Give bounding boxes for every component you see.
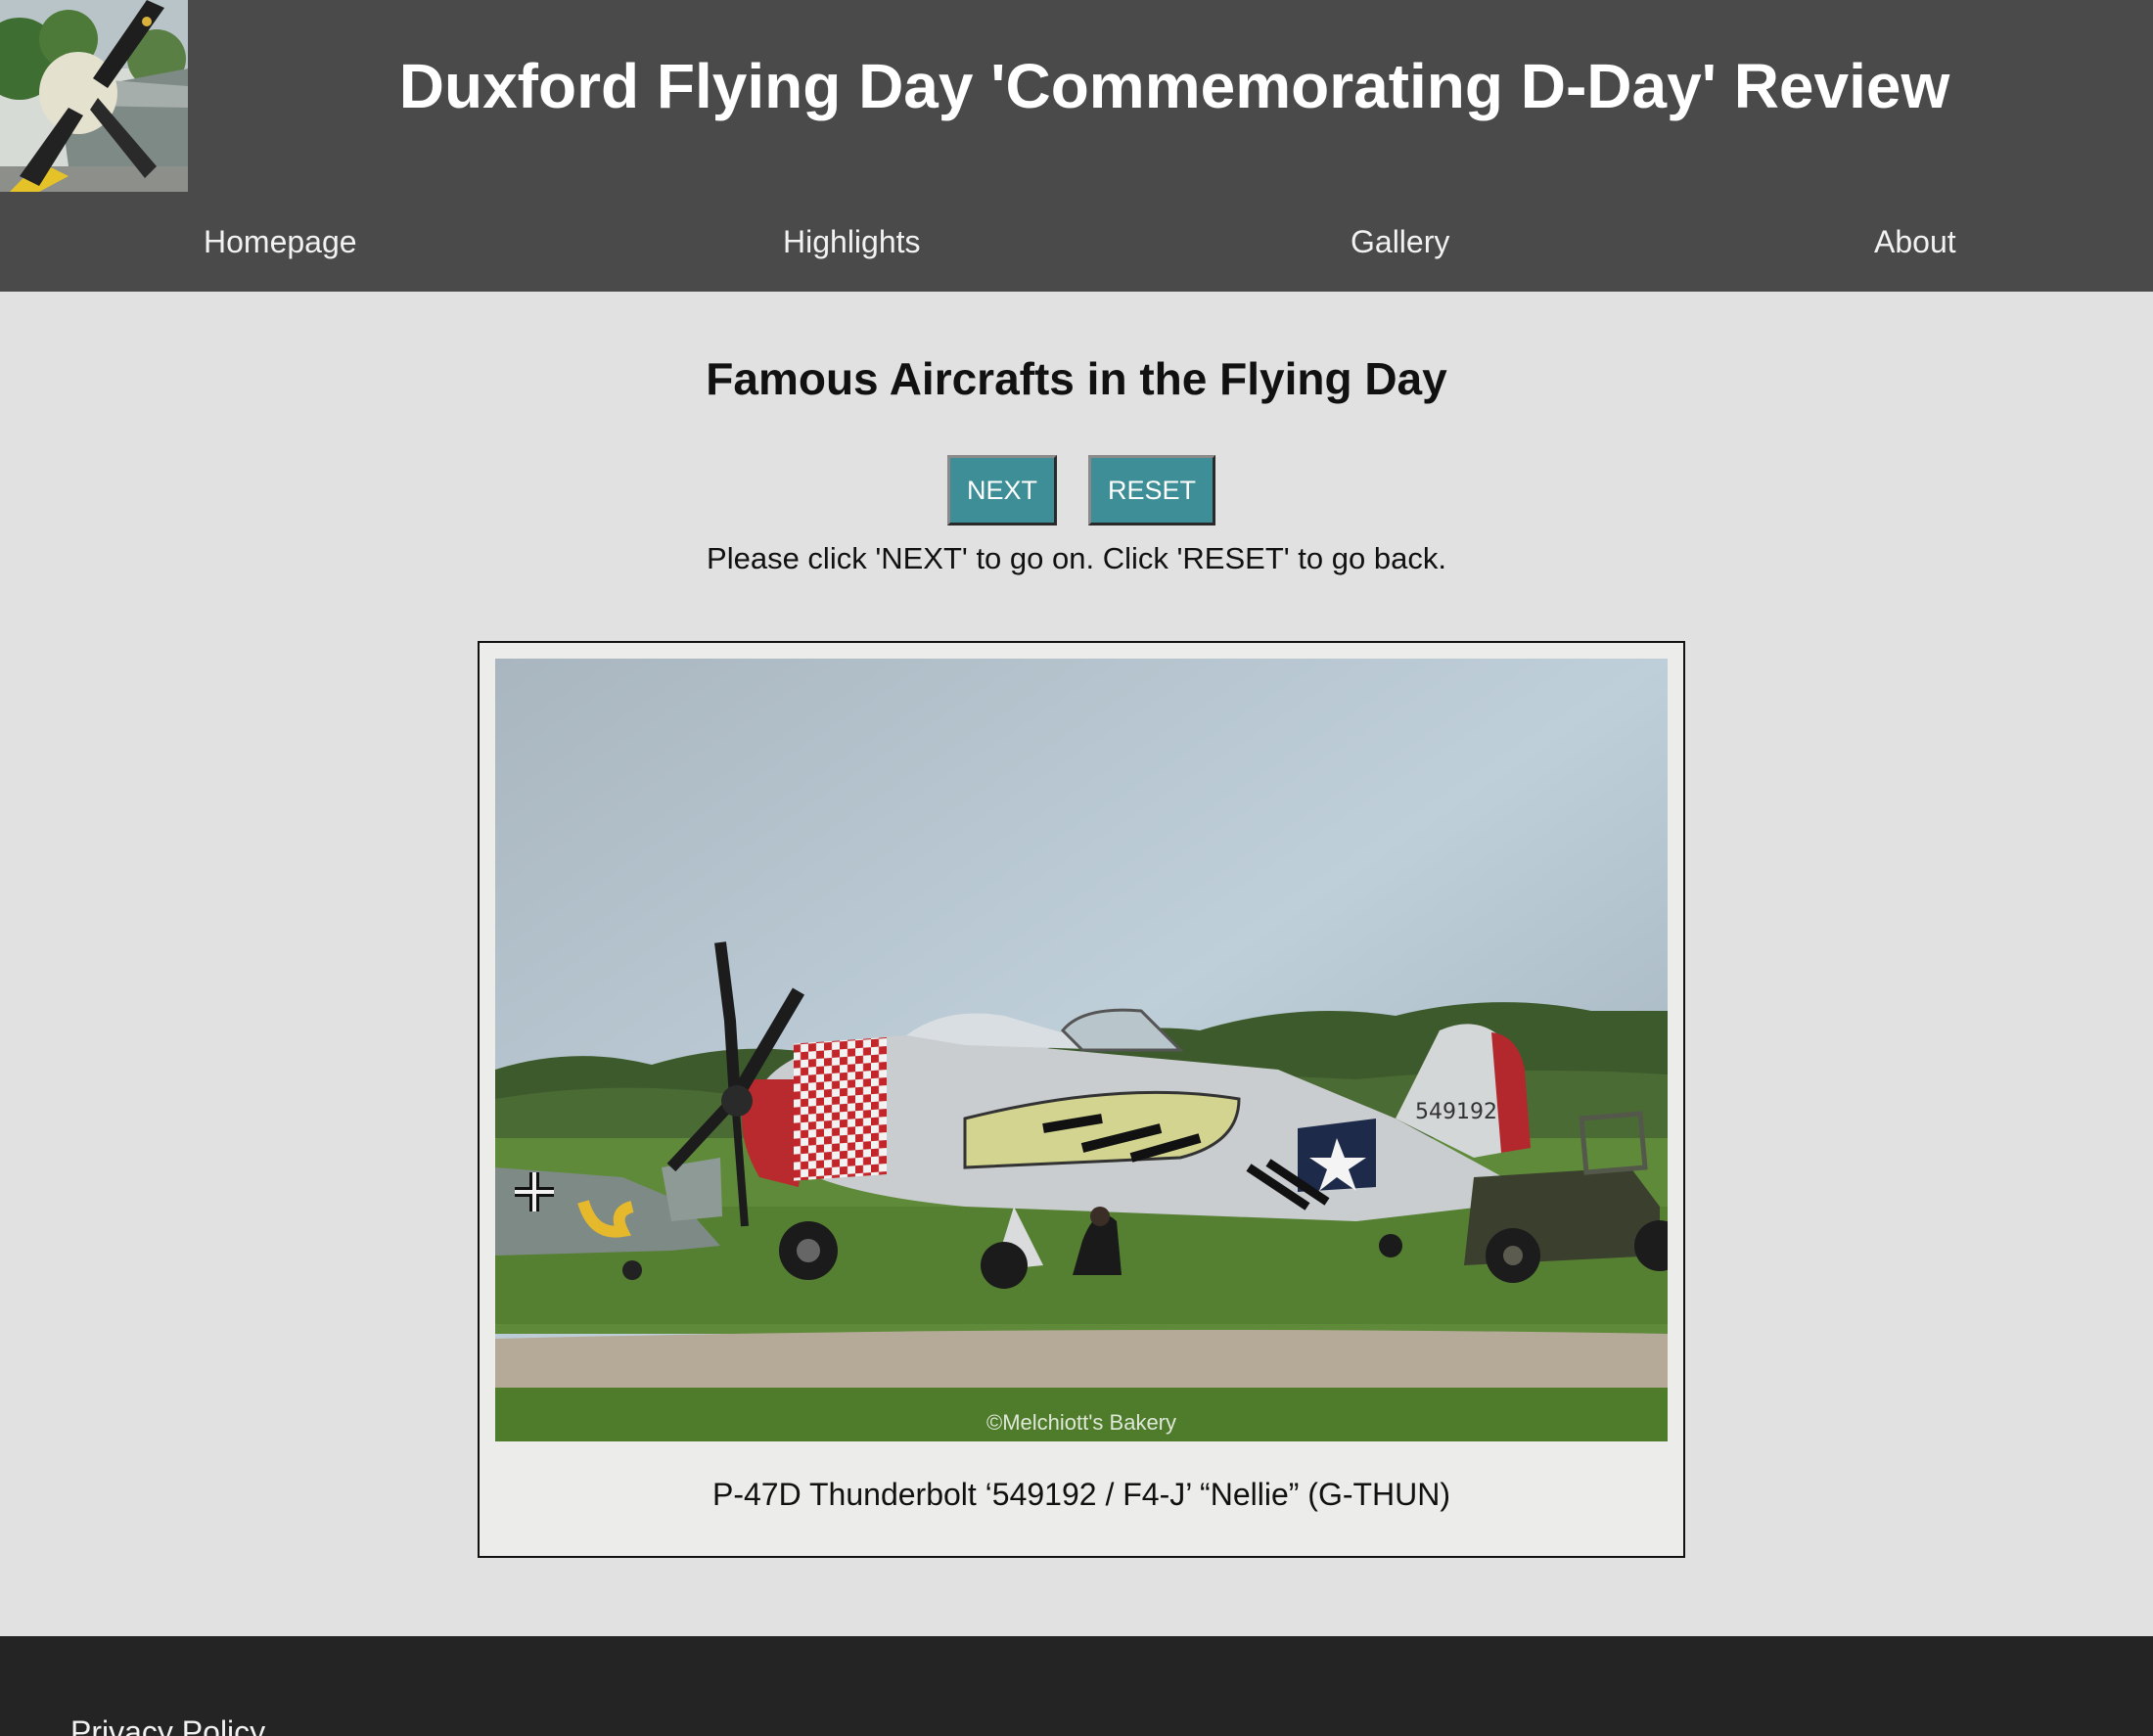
- main-nav: Homepage Highlights Gallery About: [0, 192, 2153, 292]
- nav-item-highlights[interactable]: Highlights: [783, 192, 921, 292]
- figure-caption: P-47D Thunderbolt ‘549192 / F4-J’ “Nelli…: [711, 1477, 1451, 1512]
- section-heading: Famous Aircrafts in the Flying Day: [706, 353, 1447, 404]
- nav-item-homepage[interactable]: Homepage: [204, 192, 357, 292]
- slideshow-controls: NEXT RESET: [0, 455, 2153, 525]
- reset-button[interactable]: RESET: [1088, 455, 1215, 525]
- p47-thunderbolt-photo: 549192: [495, 659, 1668, 1441]
- next-button[interactable]: NEXT: [947, 455, 1057, 525]
- photo-watermark: ©Melchiott's Bakery: [985, 1410, 1177, 1435]
- tail-number-text: 549192: [1415, 1100, 1497, 1124]
- site-footer: Privacy Policy: [0, 1636, 2153, 1736]
- logo-image[interactable]: [0, 0, 188, 192]
- instructions-text: Please click 'NEXT' to go on. Click 'RES…: [707, 541, 1446, 575]
- spitfire-propeller-icon: [0, 0, 188, 192]
- site-title: Duxford Flying Day 'Commemorating D-Day'…: [398, 51, 1950, 121]
- site-header: Duxford Flying Day 'Commemorating D-Day'…: [0, 0, 2153, 292]
- aircraft-photo: 549192 ©Melchiott's Bakery: [495, 659, 1668, 1441]
- nav-item-about[interactable]: About: [1874, 192, 1956, 292]
- privacy-policy-link[interactable]: Privacy Policy: [70, 1714, 265, 1736]
- aircraft-figure: 549192 ©Melchiott's Bakery P-47D Thunder…: [478, 641, 1685, 1558]
- nav-item-gallery[interactable]: Gallery: [1351, 192, 1449, 292]
